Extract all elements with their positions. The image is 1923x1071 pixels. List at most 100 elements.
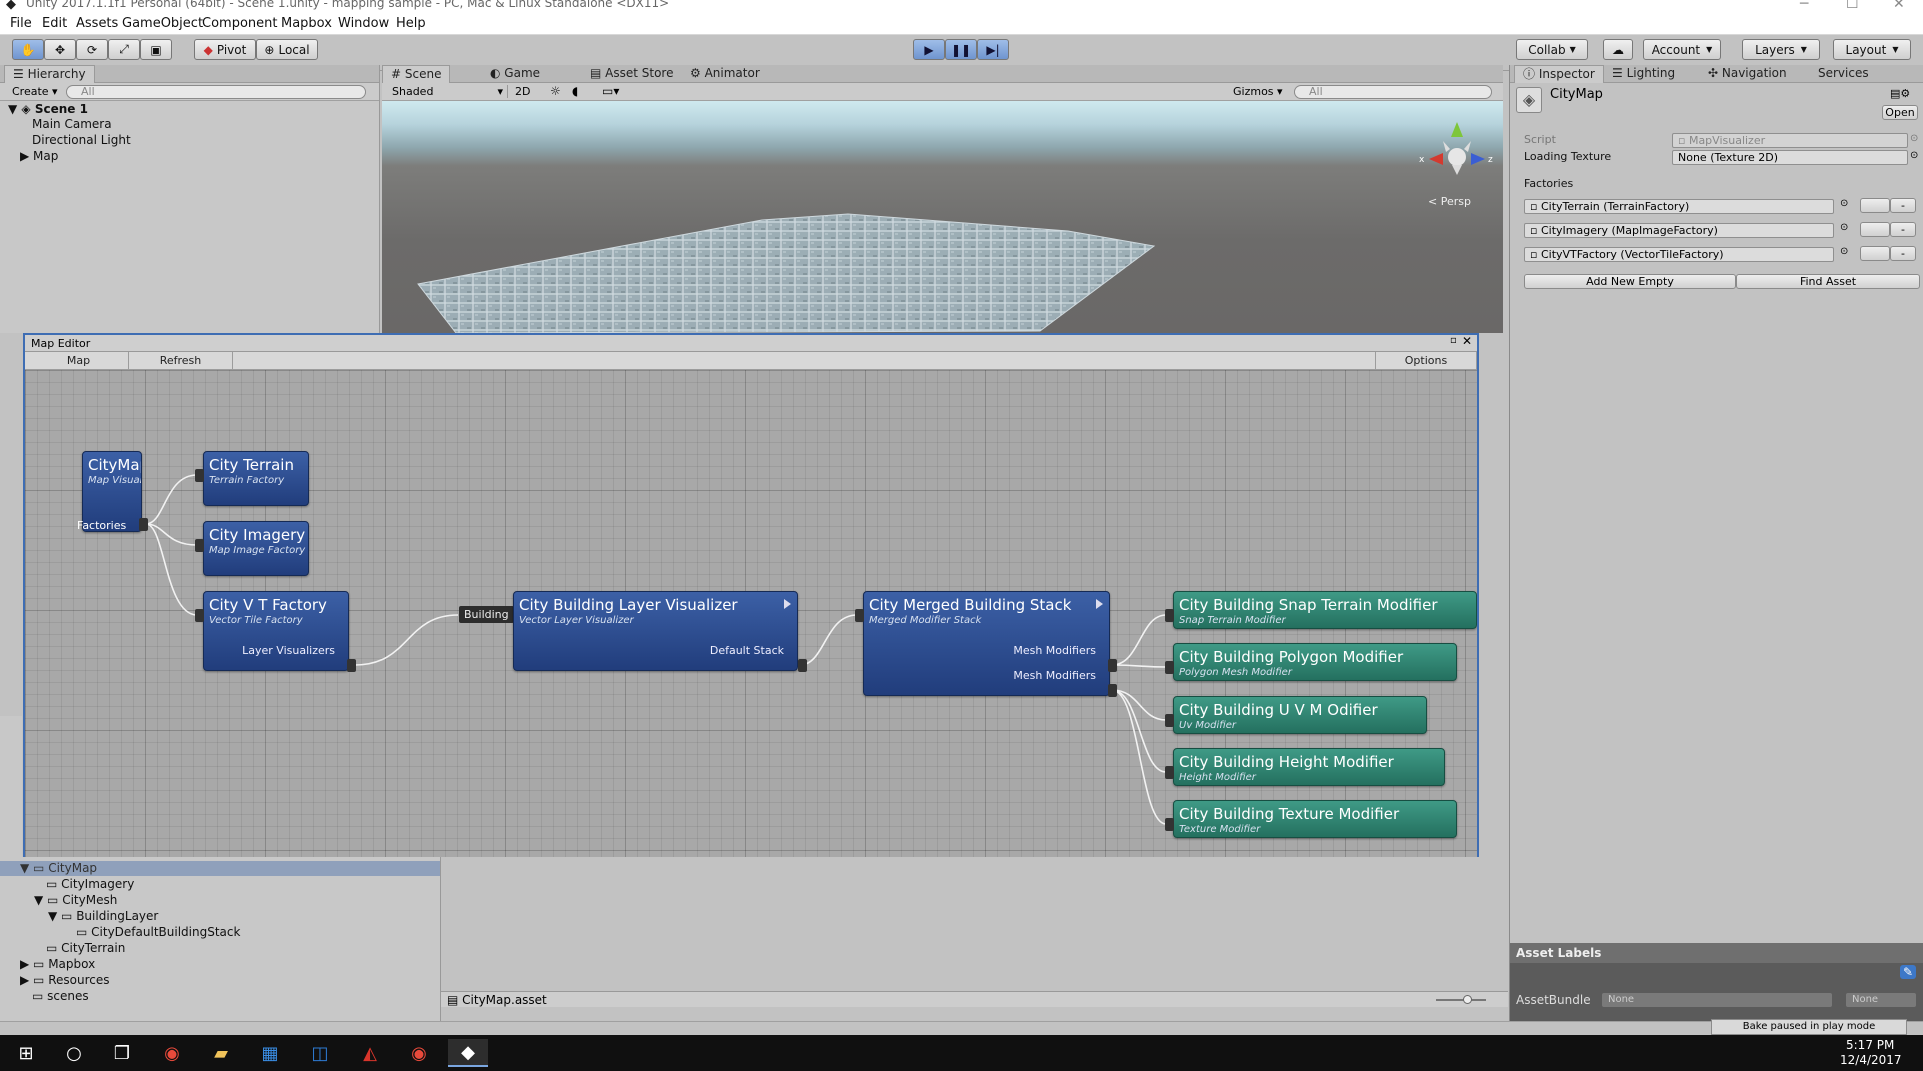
port-knob[interactable] [798,659,807,672]
scene-search-input[interactable]: All [1294,85,1492,99]
assetbundle-variant-dropdown[interactable]: None [1846,993,1916,1007]
hierarchy-item-main-camera[interactable]: Main Camera [32,117,112,131]
node-snap-terrain-modifier[interactable]: City Building Snap Terrain Modifier Snap… [1173,591,1477,629]
node-city-vt-factory[interactable]: City V T Factory Vector Tile Factory Lay… [203,591,349,671]
port-knob[interactable] [1165,766,1174,779]
menu-edit[interactable]: Edit [42,16,67,31]
collapse-arrow-icon[interactable] [1096,599,1103,609]
menu-window[interactable]: Window [338,16,389,31]
tab-hierarchy[interactable]: ☰ Hierarchy [4,65,95,83]
node-uv-modifier[interactable]: City Building U V M Odifier Uv Modifier [1173,696,1427,734]
tree-item-mapbox[interactable]: ▶ ▭ Mapbox [20,957,95,971]
node-graph-canvas[interactable]: CityMap Map Visual Factories City Terrai… [25,370,1477,858]
port-knob[interactable] [195,539,204,552]
slider-thumb[interactable] [1463,995,1472,1004]
open-button[interactable]: Open [1882,105,1918,120]
layout-dropdown[interactable]: Layout ▼ [1833,39,1911,60]
pause-button[interactable]: ❚❚ [945,39,977,60]
tab-asset-store[interactable]: ▤ Asset Store [582,65,682,83]
rect-tool-button[interactable]: ▣ [140,39,172,60]
shading-dropdown[interactable]: Shaded ▾ [392,85,508,98]
tree-item-resources[interactable]: ▶ ▭ Resources [20,973,110,987]
acrobat-icon[interactable]: ◭ [350,1039,390,1067]
tab-navigation[interactable]: ✣ Navigation [1700,65,1795,83]
map-visualizers-dropdown[interactable]: Map Visualizers ▾ [29,352,129,384]
menu-mapbox[interactable]: Mapbox [281,16,332,31]
chrome-icon[interactable]: ◉ [152,1039,192,1067]
port-knob[interactable] [195,609,204,622]
options-button[interactable]: Options [1375,352,1477,369]
hierarchy-search-input[interactable]: All [66,85,366,99]
tree-item-citymap[interactable]: ▼ ▭ CityMap [20,861,97,875]
node-city-terrain[interactable]: City Terrain Terrain Factory [203,451,309,506]
tree-item-citydefaultbuildingstack[interactable]: ▭ CityDefaultBuildingStack [76,925,240,939]
port-knob[interactable] [855,609,864,622]
unity-taskbar-icon[interactable]: ◆ [448,1039,488,1067]
tab-services[interactable]: Services [1810,65,1877,83]
node-building-layer-visualizer[interactable]: City Building Layer Visualizer Vector La… [513,591,798,671]
persp-label[interactable]: < Persp [1428,195,1471,208]
factory-expand-button[interactable] [1860,246,1890,261]
remove-factory-button[interactable]: - [1890,198,1916,213]
move-tool-button[interactable]: ✥ [44,39,76,60]
collab-dropdown[interactable]: Collab ▼ [1516,39,1588,60]
menu-assets[interactable]: Assets [76,16,118,31]
port-knob[interactable] [347,659,356,672]
icon-size-slider[interactable] [1436,999,1486,1001]
tab-scene[interactable]: # Scene [382,65,451,83]
object-picker-icon[interactable]: ⊙ [1840,198,1848,209]
file-explorer-icon[interactable]: ▰ [201,1039,241,1067]
play-button[interactable]: ▶ [913,39,945,60]
label-tag-icon[interactable]: ✎ [1900,965,1917,979]
object-picker-icon[interactable]: ⊙ [1840,246,1848,257]
gizmos-dropdown[interactable]: Gizmos ▾ [1233,85,1283,98]
windows-start-icon[interactable]: ⊞ [6,1039,46,1067]
close-window-icon[interactable]: ✕ [1462,334,1472,348]
tree-item-cityterrain[interactable]: ▭ CityTerrain [46,941,125,955]
pivot-button[interactable]: ◆ Pivot [194,39,256,60]
scene-viewport[interactable]: x z < Persp [382,101,1503,333]
account-dropdown[interactable]: Account ▼ [1643,39,1721,60]
object-picker-icon[interactable]: ⊙ [1910,133,1918,144]
hand-tool-button[interactable]: ✋ [12,39,44,60]
create-dropdown[interactable]: Create ▾ [12,85,58,98]
port-knob[interactable] [1108,684,1117,697]
scale-tool-button[interactable]: ⤢ [108,39,140,60]
object-picker-icon[interactable]: ⊙ [1840,222,1848,233]
port-knob[interactable] [1165,818,1174,831]
tab-inspector[interactable]: ⓘ Inspector [1514,65,1604,83]
minimize-icon[interactable]: ─ [1800,0,1808,12]
tab-game[interactable]: ◐ Game [482,65,548,83]
tab-lighting[interactable]: ☰ Lighting [1604,65,1683,83]
menu-gameobject[interactable]: GameObject [122,16,203,31]
node-city-imagery[interactable]: City Imagery Map Image Factory [203,521,309,576]
outlook-icon[interactable]: ◫ [300,1039,340,1067]
tab-animator[interactable]: ⚙ Animator [682,65,768,83]
maximize-icon[interactable]: ☐ [1846,0,1859,12]
menu-file[interactable]: File [10,16,32,31]
port-knob[interactable] [1165,661,1174,674]
maximize-window-icon[interactable]: ▫ [1450,335,1457,346]
menu-help[interactable]: Help [396,16,426,31]
tree-item-citymesh[interactable]: ▼ ▭ CityMesh [34,893,117,907]
layers-dropdown[interactable]: Layers ▼ [1742,39,1820,60]
port-knob[interactable] [1165,609,1174,622]
remove-factory-button[interactable]: - [1890,246,1916,261]
factory-field[interactable]: ▫ CityImagery (MapImageFactory) [1524,223,1834,238]
tree-item-scenes[interactable]: ▭ scenes [32,989,89,1003]
chrome-icon[interactable]: ◉ [399,1039,439,1067]
loading-texture-field[interactable]: None (Texture 2D) [1672,150,1908,165]
menu-component[interactable]: Component [202,16,277,31]
orientation-gizmo[interactable] [1417,117,1497,197]
local-button[interactable]: ⊕ Local [256,39,318,60]
port-knob[interactable] [1108,659,1117,672]
remove-factory-button[interactable]: - [1890,222,1916,237]
find-asset-button[interactable]: Find Asset [1736,274,1920,289]
task-view-icon[interactable]: ❐ [102,1039,142,1067]
close-icon[interactable]: ✕ [1893,0,1905,12]
tree-item-cityimagery[interactable]: ▭ CityImagery [46,877,134,891]
cloud-button[interactable]: ☁ [1603,39,1633,60]
lighting-toggle-icon[interactable]: ☼ [550,84,561,98]
rotate-tool-button[interactable]: ⟳ [76,39,108,60]
assetbundle-dropdown[interactable]: None [1602,993,1832,1007]
